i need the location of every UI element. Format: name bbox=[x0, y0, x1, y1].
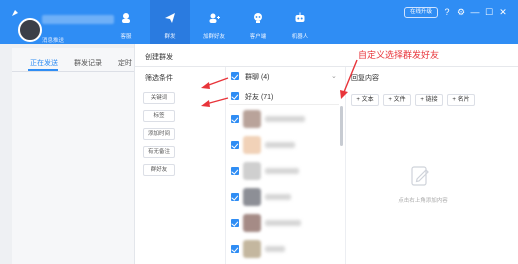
nav-add-group-friends[interactable]: 加群好友 bbox=[194, 0, 234, 44]
add-text-button[interactable]: + 文本 bbox=[351, 94, 379, 106]
group-chat-checkbox[interactable] bbox=[231, 72, 239, 80]
list-item[interactable] bbox=[229, 132, 339, 158]
contact-name-redacted bbox=[265, 168, 299, 174]
filter-title: 筛选条件 bbox=[145, 75, 173, 82]
filter-tag-button[interactable]: 标签 bbox=[143, 110, 175, 122]
avatar bbox=[243, 240, 261, 258]
filter-remark-button[interactable]: 有无备注 bbox=[143, 146, 175, 158]
tab-history[interactable]: 群发记录 bbox=[74, 58, 102, 68]
avatar bbox=[243, 214, 261, 232]
tab-scheduled[interactable]: 定时 bbox=[118, 58, 132, 68]
divider bbox=[345, 67, 346, 264]
settings-icon[interactable]: ⚙ bbox=[456, 7, 466, 17]
nav-label: 群发 bbox=[164, 34, 176, 40]
close-icon[interactable]: ✕ bbox=[498, 7, 508, 17]
divider bbox=[135, 66, 518, 67]
friend-checkbox[interactable] bbox=[231, 92, 239, 100]
help-icon[interactable]: ? bbox=[442, 7, 452, 17]
filter-keyword-button[interactable]: 关键词 bbox=[143, 92, 175, 104]
nav-robot[interactable]: 机器人 bbox=[280, 0, 320, 44]
maximize-icon[interactable]: ☐ bbox=[484, 7, 494, 17]
nav-label: 客户端 bbox=[249, 34, 267, 40]
add-link-button[interactable]: + 链接 bbox=[415, 94, 443, 106]
avatar bbox=[243, 136, 261, 154]
contact-name-redacted bbox=[265, 220, 301, 226]
client-icon bbox=[254, 13, 262, 23]
add-card-button[interactable]: + 名片 bbox=[447, 94, 475, 106]
item-checkbox[interactable] bbox=[231, 167, 239, 175]
item-checkbox[interactable] bbox=[231, 193, 239, 201]
reply-title: 回复内容 bbox=[351, 75, 379, 82]
empty-hint: 点击右上角添加内容 bbox=[398, 198, 448, 204]
user-subtitle: 消息推送 bbox=[42, 38, 65, 44]
list-item[interactable] bbox=[229, 210, 339, 236]
filter-group-friend-button[interactable]: 群好友 bbox=[143, 164, 175, 176]
add-file-button[interactable]: + 文件 bbox=[383, 94, 411, 106]
nav-label: 加群好友 bbox=[202, 34, 225, 40]
tab-sending[interactable]: 正在发送 bbox=[30, 58, 58, 68]
user-name-redacted bbox=[42, 15, 114, 24]
user-profile[interactable]: 消息推送 bbox=[6, 6, 116, 44]
app-logo-icon bbox=[12, 10, 18, 16]
friend-row[interactable]: 好友 (71) bbox=[229, 89, 339, 105]
scrollbar[interactable] bbox=[340, 106, 343, 146]
avatar[interactable] bbox=[18, 18, 42, 42]
item-checkbox[interactable] bbox=[231, 245, 239, 253]
divider bbox=[225, 67, 226, 264]
list-item[interactable] bbox=[229, 106, 339, 132]
add-friend-icon bbox=[209, 13, 220, 23]
group-chat-label: 群聊 (4) bbox=[245, 74, 270, 81]
list-item[interactable] bbox=[229, 236, 339, 262]
upgrade-button[interactable]: 在线升级 bbox=[404, 7, 438, 18]
friend-list bbox=[229, 106, 339, 264]
item-checkbox[interactable] bbox=[231, 219, 239, 227]
contact-name-redacted bbox=[265, 194, 291, 200]
avatar bbox=[243, 110, 261, 128]
background-panel bbox=[12, 48, 142, 264]
avatar bbox=[243, 188, 261, 206]
annotation-text: 自定义选择群发好友 bbox=[358, 51, 440, 61]
tab-bar: 正在发送 群发记录 定时 bbox=[12, 52, 140, 71]
friend-label: 好友 (71) bbox=[245, 94, 274, 101]
contact-name-redacted bbox=[265, 116, 305, 122]
robot-icon bbox=[295, 12, 305, 22]
nav-customer-service[interactable]: 客服 bbox=[106, 0, 146, 44]
contact-name-redacted bbox=[265, 142, 295, 148]
document-edit-icon bbox=[411, 166, 429, 186]
headset-icon bbox=[122, 13, 130, 23]
nav-mass-send[interactable]: 群发 bbox=[150, 0, 190, 44]
nav-label: 机器人 bbox=[291, 34, 309, 40]
item-checkbox[interactable] bbox=[231, 141, 239, 149]
group-chat-row[interactable]: 群聊 (4) ⌄ bbox=[229, 69, 339, 85]
list-item[interactable] bbox=[229, 158, 339, 184]
minimize-icon[interactable]: — bbox=[470, 7, 480, 17]
filter-add-time-button[interactable]: 添加时间 bbox=[143, 128, 175, 140]
app-window: 消息推送 客服 群发 加群好友 客户端 机器人 在线升级 ? ⚙ — ☐ ✕ 正… bbox=[0, 0, 518, 264]
nav-label: 客服 bbox=[120, 34, 132, 40]
item-checkbox[interactable] bbox=[231, 115, 239, 123]
nav-client[interactable]: 客户端 bbox=[238, 0, 278, 44]
avatar bbox=[243, 162, 261, 180]
contact-name-redacted bbox=[265, 246, 285, 252]
create-mass-send-dialog: 创建群发 筛选条件 关键词 标签 添加时间 有无备注 群好友 群聊 (4) ⌄ … bbox=[134, 44, 518, 264]
top-bar: 消息推送 客服 群发 加群好友 客户端 机器人 在线升级 ? ⚙ — ☐ ✕ bbox=[0, 0, 518, 44]
divider bbox=[12, 71, 142, 72]
list-item[interactable] bbox=[229, 184, 339, 210]
send-icon bbox=[165, 13, 175, 23]
chevron-down-icon[interactable]: ⌄ bbox=[331, 72, 337, 80]
dialog-title: 创建群发 bbox=[145, 54, 173, 61]
